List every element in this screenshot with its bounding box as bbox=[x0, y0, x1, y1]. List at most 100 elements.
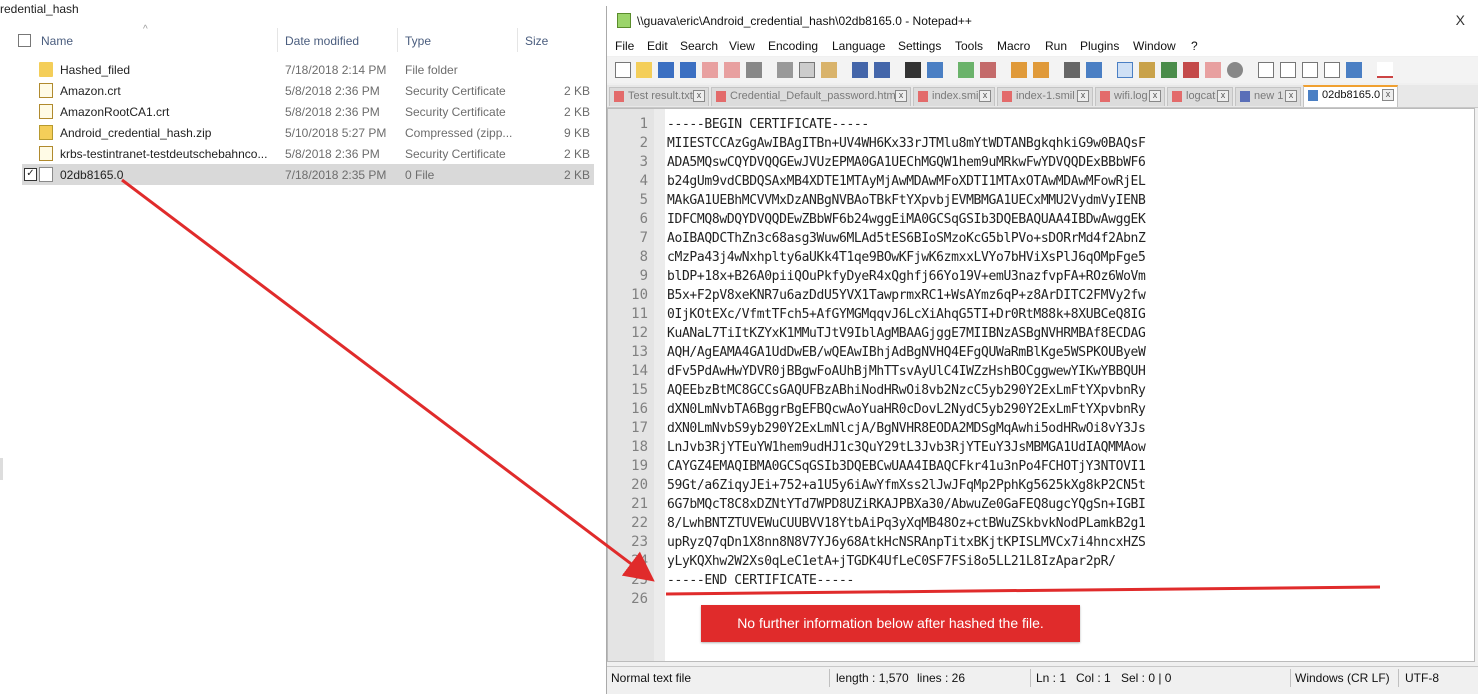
menu-window[interactable]: Window bbox=[1133, 39, 1176, 53]
code-line[interactable]: AQEEbzBtMC8GCCsGAQUFBzABhiNodHRwOi8vb2Nz… bbox=[667, 383, 1146, 398]
user-language-icon[interactable] bbox=[1139, 62, 1155, 78]
menu-file[interactable]: File bbox=[615, 39, 634, 53]
code-line[interactable]: ADA5MQswCQYDVQQGEwJVUzEPMA0GA1UEChMGQW1h… bbox=[667, 155, 1146, 170]
tab-logcat[interactable]: logcat x bbox=[1167, 87, 1233, 106]
column-date-modified[interactable]: Date modified bbox=[285, 34, 359, 48]
file-row[interactable]: AmazonRootCA1.crt 5/8/2018 2:36 PM Secur… bbox=[22, 101, 594, 122]
code-line[interactable]: cMzPa43j4wNxhplty6aUKk4T1qe9BOwKFjwK6zmx… bbox=[667, 250, 1146, 265]
tab-test-result[interactable]: Test result.txt x bbox=[609, 87, 709, 106]
play-macro-icon[interactable] bbox=[1302, 62, 1318, 78]
title-bar[interactable]: \\guava\eric\Android_credential_hash\02d… bbox=[607, 6, 1478, 36]
tab-close-icon[interactable]: x bbox=[895, 90, 907, 102]
redo-icon[interactable] bbox=[874, 62, 890, 78]
code-line[interactable]: -----BEGIN CERTIFICATE----- bbox=[667, 117, 869, 132]
tab-close-icon[interactable]: x bbox=[1382, 89, 1394, 101]
row-checkbox[interactable]: ✓ bbox=[24, 168, 37, 181]
open-file-icon[interactable] bbox=[636, 62, 652, 78]
tab-credential-default-password[interactable]: Credential_Default_password.html x bbox=[711, 87, 911, 106]
save-icon[interactable] bbox=[658, 62, 674, 78]
code-line[interactable]: dXN0LmNvbS9yb290Y2ExLmNlcjA/BgNVHR8EODA2… bbox=[667, 421, 1146, 436]
tab-close-icon[interactable]: x bbox=[1285, 90, 1297, 102]
menu-help[interactable]: ? bbox=[1191, 39, 1198, 53]
replace-icon[interactable] bbox=[927, 62, 943, 78]
close-button[interactable]: X bbox=[1456, 12, 1465, 28]
code-line[interactable]: CAYGZ4EMAQIBMA0GCSqGSIb3DQEBCwUAA4IBAQCF… bbox=[667, 459, 1146, 474]
code-line[interactable]: AoIBAQDCThZn3c68asg3Wuw6MLAd5tES6BIoSMzo… bbox=[667, 231, 1146, 246]
menu-language[interactable]: Language bbox=[832, 39, 885, 53]
code-line[interactable]: KuANaL7TiItKZYxK1MMuTJtV9IblAgMBAAGjggE7… bbox=[667, 326, 1146, 341]
menu-plugins[interactable]: Plugins bbox=[1080, 39, 1119, 53]
status-eol[interactable]: Windows (CR LF) bbox=[1295, 671, 1390, 685]
sync-horizontal-icon[interactable] bbox=[1033, 62, 1049, 78]
paste-icon[interactable] bbox=[821, 62, 837, 78]
code-line[interactable]: 0IjKOtEXc/VfmtTFch5+AfGYMGMqqvJ6LcXiAhqG… bbox=[667, 307, 1146, 322]
menu-macro[interactable]: Macro bbox=[997, 39, 1030, 53]
file-row[interactable]: krbs-testintranet-testdeutschebahnco... … bbox=[22, 143, 594, 164]
editor-area[interactable]: 1 -----BEGIN CERTIFICATE----- 2 MIIESTCCAzG… bbox=[607, 108, 1475, 662]
print-icon[interactable] bbox=[746, 62, 762, 78]
save-all-icon[interactable] bbox=[680, 62, 696, 78]
code-line[interactable]: 8/LwhBNTZTUVEWuCUUBVV18YtbAiPq3yXqMB48Oz… bbox=[667, 516, 1146, 531]
run-macro-multiple-icon[interactable] bbox=[1324, 62, 1340, 78]
status-encoding[interactable]: UTF-8 bbox=[1405, 671, 1439, 685]
select-all-checkbox[interactable] bbox=[18, 34, 31, 47]
show-all-chars-icon[interactable] bbox=[1086, 62, 1102, 78]
menu-encoding[interactable]: Encoding bbox=[768, 39, 818, 53]
spell-check-icon[interactable] bbox=[1377, 62, 1393, 78]
tab-wifi-log[interactable]: wifi.log x bbox=[1095, 87, 1165, 106]
monitoring-icon[interactable] bbox=[1227, 62, 1243, 78]
close-all-icon[interactable] bbox=[724, 62, 740, 78]
code-line[interactable]: AQH/AgEAMA4GA1UdDwEB/wQEAwIBhjAdBgNVHQ4E… bbox=[667, 345, 1146, 360]
undo-icon[interactable] bbox=[852, 62, 868, 78]
folder-workspace-icon[interactable] bbox=[1205, 62, 1221, 78]
sync-vertical-icon[interactable] bbox=[1011, 62, 1027, 78]
menu-tools[interactable]: Tools bbox=[955, 39, 983, 53]
zoom-out-icon[interactable] bbox=[980, 62, 996, 78]
save-macro-icon[interactable] bbox=[1346, 62, 1362, 78]
tab-close-icon[interactable]: x bbox=[693, 90, 705, 102]
code-line[interactable]: upRyzQ7qDn1X8nn8N8V7YJ6y68AtkHcNSRAnpTit… bbox=[667, 535, 1146, 550]
zoom-in-icon[interactable] bbox=[958, 62, 974, 78]
tab-02db8165[interactable]: 02db8165.0 x bbox=[1303, 85, 1398, 107]
column-name[interactable]: Name bbox=[41, 34, 73, 48]
code-line[interactable]: dFv5PdAwHwYDVR0jBBgwFoAUhBjMhTTsvAyUlC4I… bbox=[667, 364, 1146, 379]
menu-settings[interactable]: Settings bbox=[898, 39, 941, 53]
file-row[interactable]: Amazon.crt 5/8/2018 2:36 PM Security Cer… bbox=[22, 80, 594, 101]
word-wrap-icon[interactable] bbox=[1064, 62, 1080, 78]
stop-macro-icon[interactable] bbox=[1280, 62, 1296, 78]
code-line[interactable]: IDFCMQ8wDQYDVQQDEwZBbWF6b24wggEiMA0GCSqG… bbox=[667, 212, 1146, 227]
code-line[interactable]: blDP+18x+B26A0piiQOuPkfyDyeR4xQghfj66Yo1… bbox=[667, 269, 1146, 284]
code-line[interactable]: dXN0LmNvbTA6BggrBgEFBQcwAoYuaHR0cDovL2Ny… bbox=[667, 402, 1146, 417]
code-line[interactable]: -----END CERTIFICATE----- bbox=[667, 573, 854, 588]
file-row[interactable]: Hashed_filed 7/18/2018 2:14 PM File fold… bbox=[22, 59, 594, 80]
indent-guide-icon[interactable] bbox=[1117, 62, 1133, 78]
cut-icon[interactable] bbox=[777, 62, 793, 78]
scrollbar[interactable] bbox=[0, 458, 3, 480]
code-line[interactable]: LnJvb3RjYTEuYW1hem9udHJ1c3QuY29tL3Jvb3Rj… bbox=[667, 440, 1146, 455]
code-line[interactable]: MAkGA1UEBhMCVVMxDzANBgNVBAoTBkFtYXpvbjEV… bbox=[667, 193, 1146, 208]
document-map-icon[interactable] bbox=[1161, 62, 1177, 78]
find-icon[interactable] bbox=[905, 62, 921, 78]
tab-close-icon[interactable]: x bbox=[1149, 90, 1161, 102]
file-row-selected[interactable]: ✓ 02db8165.0 7/18/2018 2:35 PM 0 File 2 … bbox=[22, 164, 594, 185]
tab-close-icon[interactable]: x bbox=[1217, 90, 1229, 102]
close-file-icon[interactable] bbox=[702, 62, 718, 78]
function-list-icon[interactable] bbox=[1183, 62, 1199, 78]
menu-search[interactable]: Search bbox=[680, 39, 718, 53]
tab-index-1-smil[interactable]: index-1.smil x bbox=[997, 87, 1093, 106]
code-line[interactable]: b24gUm9vdCBDQSAxMB4XDTE1MTAyMjAwMDAwMFoX… bbox=[667, 174, 1146, 189]
column-type[interactable]: Type bbox=[405, 34, 431, 48]
tab-index-smil[interactable]: index.smil x bbox=[913, 87, 995, 106]
new-file-icon[interactable] bbox=[615, 62, 631, 78]
menu-edit[interactable]: Edit bbox=[647, 39, 668, 53]
tab-close-icon[interactable]: x bbox=[979, 90, 991, 102]
record-macro-icon[interactable] bbox=[1258, 62, 1274, 78]
code-line[interactable]: B5x+F2pV8xeKNR7u6azDdU5YVX1TawprmxRC1+Ws… bbox=[667, 288, 1146, 303]
code-line[interactable]: 59Gt/a6ZiqyJEi+752+a1U5y6iAwYfmXss2lJwJF… bbox=[667, 478, 1146, 493]
file-row[interactable]: Android_credential_hash.zip 5/10/2018 5:… bbox=[22, 122, 594, 143]
menu-run[interactable]: Run bbox=[1045, 39, 1067, 53]
column-size[interactable]: Size bbox=[525, 34, 548, 48]
copy-icon[interactable] bbox=[799, 62, 815, 78]
tab-close-icon[interactable]: x bbox=[1077, 90, 1089, 102]
code-line[interactable]: yLyKQXhw2W2Xs0qLeC1etA+jTGDK4UfLeC0SF7FS… bbox=[667, 554, 1116, 569]
